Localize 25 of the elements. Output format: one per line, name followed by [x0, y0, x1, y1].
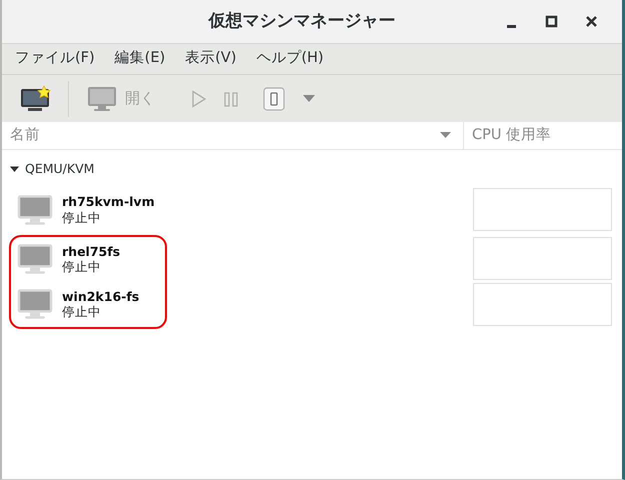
menu-item[interactable]: ヘルプ(H) [249, 48, 331, 70]
vm-status: 停止中 [62, 210, 102, 226]
sort-caret-icon [440, 132, 451, 139]
monitor-icon [16, 288, 54, 320]
vm-status: 停止中 [62, 259, 102, 275]
caret-icon [303, 94, 315, 102]
monitor-icon [16, 243, 54, 276]
play-icon [191, 90, 207, 108]
vm-status: 停止中 [62, 304, 102, 320]
pause-icon [223, 90, 239, 106]
maximize-icon [544, 15, 558, 28]
monitor-star-icon [20, 84, 52, 112]
menu-item[interactable]: 編集(E) [108, 48, 172, 70]
vm-name: rh75kvm-lvm [62, 194, 155, 210]
monitor-icon [87, 86, 117, 112]
monitor-icon [16, 194, 54, 226]
close-icon [584, 15, 598, 28]
vm-name: rhel75fs [62, 244, 120, 260]
tree-group-row[interactable]: QEMU/KVM [2, 150, 622, 187]
vm-name: win2k16-fs [62, 288, 140, 304]
minimize-icon [506, 24, 516, 28]
menu-item[interactable]: 表示(V) [178, 48, 244, 70]
window-title: 仮想マシンマネージャー [207, 10, 396, 33]
menu-item[interactable]: ファイル(F) [8, 48, 102, 70]
power-icon [263, 86, 285, 110]
